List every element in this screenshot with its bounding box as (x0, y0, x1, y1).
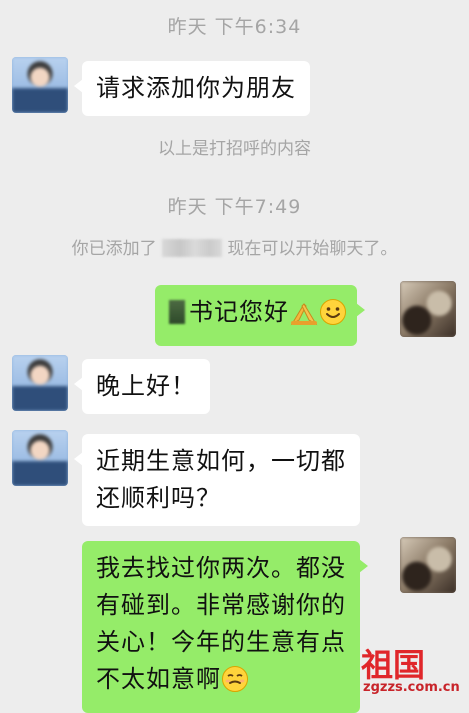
message-line: 还顺利吗？ (96, 484, 221, 512)
blurred-contact-name (162, 239, 222, 257)
contact-avatar[interactable] (12, 430, 68, 486)
message-line: 关心！今年的生意有点 (96, 628, 346, 656)
timestamp: 昨天 下午6:34 (167, 16, 302, 38)
message-line: 我去找过你两次。都没 (96, 554, 346, 582)
smiley-emoji-icon (319, 298, 347, 337)
message-text: 书记您好 (189, 298, 289, 326)
message-bubble[interactable]: 近期生意如何，一切都 还顺利吗？ (74, 434, 360, 526)
message-line: 有碰到。非常感谢你的 (96, 591, 346, 619)
self-avatar[interactable] (400, 281, 456, 337)
message-text: 晚上好！ (96, 372, 196, 400)
contact-avatar[interactable] (12, 57, 68, 113)
system-note: 以上是打招呼的内容 (158, 139, 311, 159)
message-line: 不太如意啊 (96, 665, 221, 693)
message-bubble[interactable]: 我去找过你两次。都没 有碰到。非常感谢你的 关心！今年的生意有点 不太如意啊 (82, 541, 368, 713)
folded-hands-emoji-icon (289, 298, 319, 337)
grimace-emoji-icon (221, 665, 249, 704)
message-text: 请求添加你为朋友 (96, 74, 296, 102)
contact-avatar[interactable] (12, 355, 68, 411)
added-suffix: 现在可以开始聊天了。 (227, 239, 398, 259)
watermark-url: zgzzs.com.cn (363, 680, 460, 695)
timestamp: 昨天 下午7:49 (167, 196, 302, 218)
added-prefix: 你已添加了 (71, 239, 157, 259)
message-line: 近期生意如何，一切都 (96, 447, 346, 475)
message-bubble[interactable]: 书记您好 (155, 285, 365, 346)
watermark-logo: 祖国 zgzzs.com.cn (361, 640, 469, 700)
message-bubble[interactable]: 请求添加你为朋友 (74, 61, 310, 116)
friend-added-notice: 你已添加了 现在可以开始聊天了。 (0, 234, 469, 259)
self-avatar[interactable] (400, 537, 456, 593)
blurred-surname (169, 300, 185, 324)
message-bubble[interactable]: 晚上好！ (74, 359, 210, 414)
